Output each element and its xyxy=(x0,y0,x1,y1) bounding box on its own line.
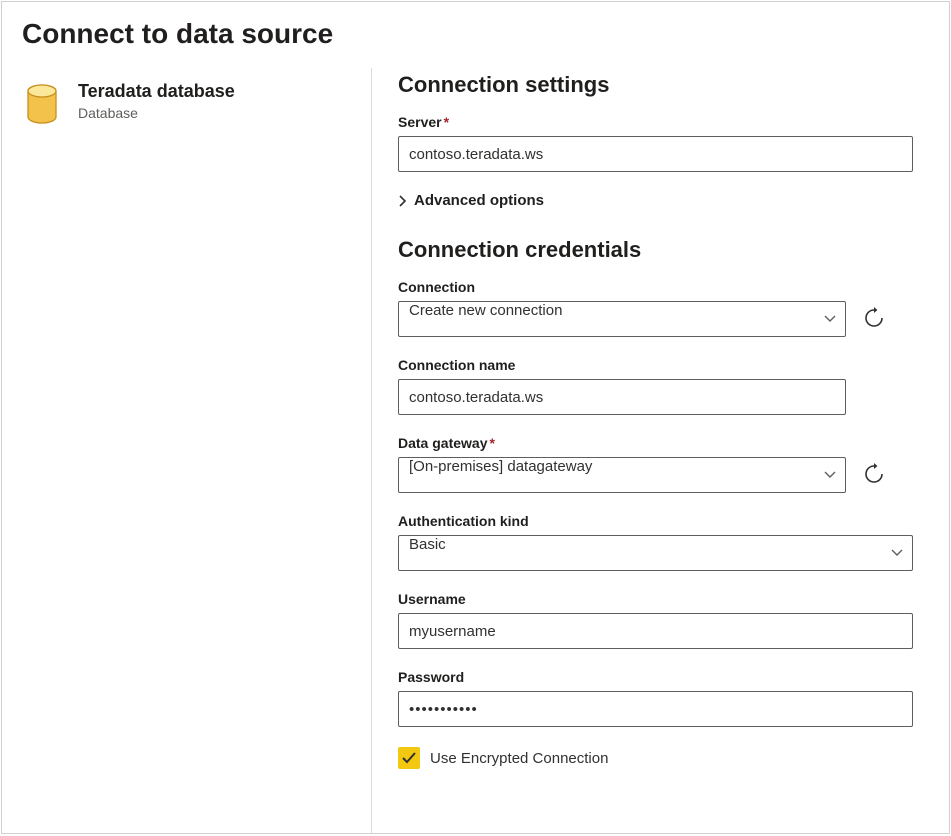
settings-heading: Connection settings xyxy=(398,72,913,98)
sidebar: Teradata database Database xyxy=(2,68,372,833)
gateway-refresh-button[interactable] xyxy=(860,461,888,489)
username-label: Username xyxy=(398,591,913,607)
gateway-label: Data gateway* xyxy=(398,435,913,451)
advanced-options-toggle[interactable]: Advanced options xyxy=(398,192,913,209)
server-field: Server* xyxy=(398,114,913,172)
password-input[interactable] xyxy=(398,691,913,727)
source-category: Database xyxy=(78,105,235,121)
refresh-icon xyxy=(863,463,885,488)
connection-select[interactable]: Create new connection xyxy=(398,301,846,337)
dialog-title: Connect to data source xyxy=(2,2,949,68)
server-label: Server* xyxy=(398,114,913,130)
connect-dialog: Connect to data source Teradata database… xyxy=(1,1,950,834)
encrypted-checkbox[interactable] xyxy=(398,747,420,769)
advanced-options-label: Advanced options xyxy=(414,192,544,209)
auth-kind-field: Authentication kind Basic xyxy=(398,513,913,571)
dialog-body: Teradata database Database Connection se… xyxy=(2,68,949,833)
main-panel: Connection settings Server* Advanced opt… xyxy=(372,68,949,833)
encrypted-checkbox-row: Use Encrypted Connection xyxy=(398,747,913,769)
connection-field: Connection Create new connection xyxy=(398,279,913,337)
connection-label: Connection xyxy=(398,279,913,295)
connection-name-label: Connection name xyxy=(398,357,913,373)
encrypted-checkbox-label: Use Encrypted Connection xyxy=(430,750,608,767)
auth-kind-select[interactable]: Basic xyxy=(398,535,913,571)
required-star: * xyxy=(489,435,494,451)
required-star: * xyxy=(444,114,449,130)
connection-refresh-button[interactable] xyxy=(860,305,888,333)
refresh-icon xyxy=(863,307,885,332)
credentials-heading: Connection credentials xyxy=(398,237,913,263)
gateway-field: Data gateway* [On-premises] datagateway xyxy=(398,435,913,493)
source-text: Teradata database Database xyxy=(78,80,235,121)
database-icon xyxy=(22,82,62,126)
username-field: Username xyxy=(398,591,913,649)
gateway-select[interactable]: [On-premises] datagateway xyxy=(398,457,846,493)
chevron-right-icon xyxy=(398,195,408,207)
connection-name-input[interactable] xyxy=(398,379,846,415)
password-label: Password xyxy=(398,669,913,685)
connection-name-field: Connection name xyxy=(398,357,913,415)
check-icon xyxy=(402,752,416,764)
source-item[interactable]: Teradata database Database xyxy=(22,80,351,126)
password-field: Password xyxy=(398,669,913,727)
username-input[interactable] xyxy=(398,613,913,649)
auth-kind-label: Authentication kind xyxy=(398,513,913,529)
server-input[interactable] xyxy=(398,136,913,172)
source-name: Teradata database xyxy=(78,80,235,103)
